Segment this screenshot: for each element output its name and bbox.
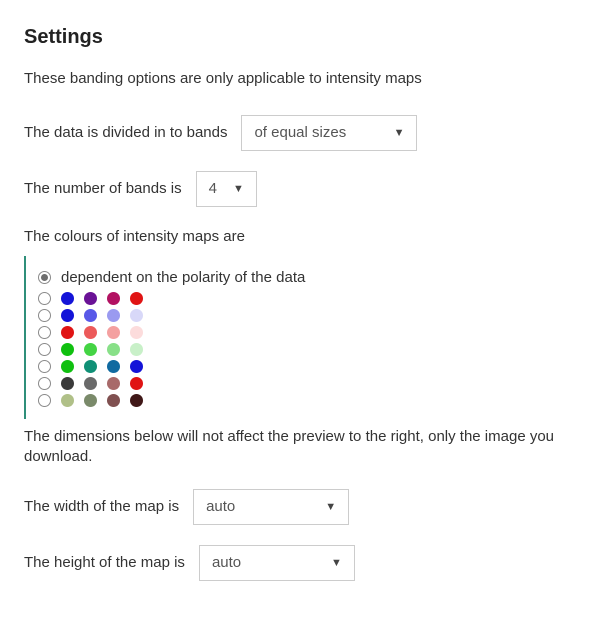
chevron-down-icon: ▼ [331,556,342,571]
palette-label: dependent on the polarity of the data [61,268,305,288]
map-width-label: The width of the map is [24,497,179,517]
palette-radio[interactable] [38,292,51,305]
palette-radio[interactable] [38,326,51,339]
color-swatch [130,360,143,373]
color-swatch [84,394,97,407]
band-count-select[interactable]: 4 ▼ [196,171,257,207]
color-swatch [61,377,74,390]
palette-swatches [61,360,143,373]
palette-option[interactable] [38,292,587,305]
color-swatch [84,377,97,390]
band-mode-select[interactable]: of equal sizes ▼ [241,115,417,151]
palette-radio[interactable] [38,377,51,390]
color-swatch [84,343,97,356]
palette-option[interactable] [38,394,587,407]
palette-radio[interactable] [38,394,51,407]
chevron-down-icon: ▼ [325,500,336,515]
color-swatch [84,326,97,339]
color-swatch [61,360,74,373]
color-swatch [130,377,143,390]
color-swatch [61,394,74,407]
palette-options: dependent on the polarity of the data [24,256,587,419]
map-width-value: auto [206,497,235,517]
palette-option[interactable] [38,377,587,390]
color-swatch [130,326,143,339]
palette-header: The colours of intensity maps are [24,227,587,247]
chevron-down-icon: ▼ [233,182,244,197]
palette-radio[interactable] [38,343,51,356]
map-height-value: auto [212,553,241,573]
page-title: Settings [24,24,587,51]
color-swatch [84,309,97,322]
chevron-down-icon: ▼ [394,126,405,141]
map-height-label: The height of the map is [24,553,185,573]
palette-option[interactable]: dependent on the polarity of the data [38,268,587,288]
map-height-select[interactable]: auto ▼ [199,545,355,581]
palette-option[interactable] [38,343,587,356]
color-swatch [130,343,143,356]
palette-option[interactable] [38,326,587,339]
palette-swatches [61,394,143,407]
color-swatch [61,309,74,322]
palette-swatches [61,309,143,322]
dimensions-note: The dimensions below will not affect the… [24,427,587,468]
band-mode-label: The data is divided in to bands [24,123,227,143]
color-swatch [84,292,97,305]
palette-option[interactable] [38,360,587,373]
color-swatch [130,309,143,322]
color-swatch [84,360,97,373]
palette-radio[interactable] [38,271,51,284]
map-width-select[interactable]: auto ▼ [193,489,349,525]
palette-swatches [61,326,143,339]
band-count-value: 4 [209,179,217,199]
color-swatch [107,360,120,373]
color-swatch [61,326,74,339]
color-swatch [107,377,120,390]
palette-radio[interactable] [38,309,51,322]
palette-option[interactable] [38,309,587,322]
color-swatch [130,394,143,407]
color-swatch [107,394,120,407]
color-swatch [61,343,74,356]
palette-swatches [61,377,143,390]
palette-swatches [61,292,143,305]
color-swatch [107,326,120,339]
color-swatch [107,309,120,322]
band-count-label: The number of bands is [24,179,182,199]
color-swatch [107,292,120,305]
color-swatch [107,343,120,356]
color-swatch [61,292,74,305]
color-swatch [130,292,143,305]
band-mode-value: of equal sizes [254,123,346,143]
intro-text: These banding options are only applicabl… [24,69,587,89]
palette-swatches [61,343,143,356]
palette-radio[interactable] [38,360,51,373]
